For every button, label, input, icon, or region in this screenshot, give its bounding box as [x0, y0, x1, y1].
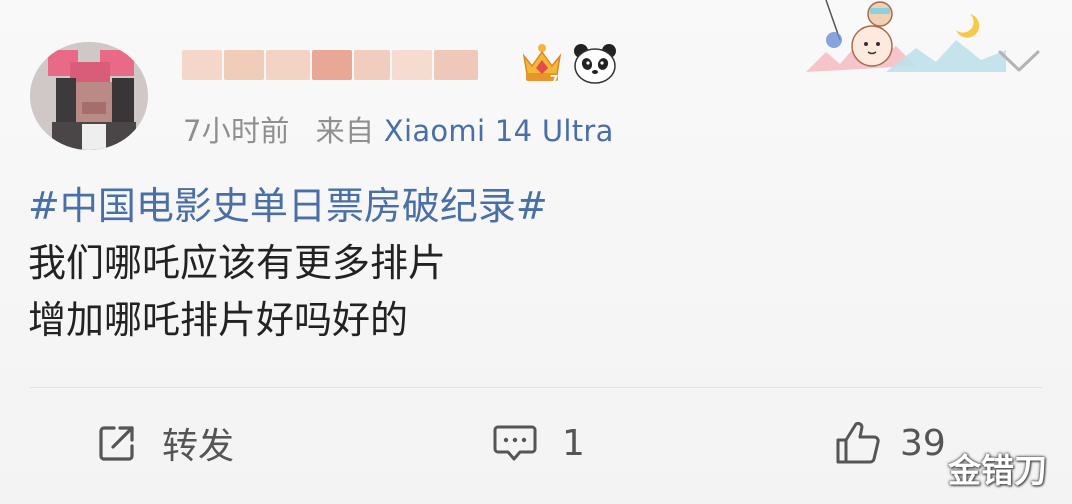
post-time: 7小时前 — [183, 114, 290, 148]
watermark-text: 金错刀 — [948, 451, 1047, 490]
thumbs-up-icon — [836, 421, 880, 464]
repost-label: 转发 — [162, 426, 235, 467]
comment-icon — [493, 425, 537, 461]
like-button[interactable]: 39 — [834, 418, 946, 468]
source-prefix: 来自 — [315, 114, 375, 148]
content-line: 增加哪吒排片好吗好的 — [28, 298, 409, 342]
weibo-post-card: 7 7小时前来自 Xiaomi 14 Ultra #中国电影史单日票房破纪录# — [0, 0, 1072, 504]
comment-button[interactable]: 1 — [492, 418, 585, 468]
crown-badge-icon[interactable]: 7 — [520, 40, 564, 86]
content-line: 我们哪吒应该有更多排片 — [28, 241, 447, 285]
panda-emoji-icon — [574, 44, 616, 84]
svg-text:7: 7 — [550, 73, 558, 86]
device-source[interactable]: Xiaomi 14 Ultra — [384, 114, 614, 148]
chevron-down-icon[interactable] — [994, 46, 1044, 76]
repost-icon — [99, 426, 134, 461]
post-content: #中国电影史单日票房破纪录# 我们哪吒应该有更多排片 增加哪吒排片好吗好的 — [28, 178, 548, 349]
like-count: 39 — [900, 422, 946, 464]
comment-count: 1 — [562, 422, 585, 464]
divider — [30, 387, 1042, 388]
post-meta: 7小时前 来自 Xiaomi 14 Ultra — [183, 108, 614, 150]
avatar[interactable] — [30, 42, 148, 150]
repost-button[interactable]: 转发 — [96, 418, 234, 468]
username[interactable] — [182, 44, 502, 86]
decorative-card-pattern — [806, 0, 1006, 72]
hashtag-link[interactable]: #中国电影史单日票房破纪录# — [28, 178, 548, 235]
